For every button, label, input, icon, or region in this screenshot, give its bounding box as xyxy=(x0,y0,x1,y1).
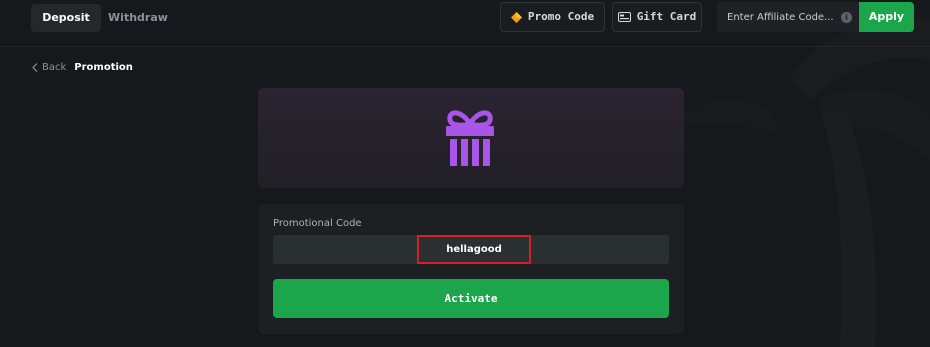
apply-button[interactable]: Apply xyxy=(859,2,914,32)
promo-code-field-label: Promotional Code xyxy=(273,218,362,229)
tab-deposit[interactable]: Deposit xyxy=(31,4,101,32)
back-link[interactable]: Back xyxy=(32,62,66,73)
page-title: Promotion xyxy=(74,62,133,73)
promo-code-form: Promotional Code hellagood Activate xyxy=(258,204,684,334)
diamond-icon xyxy=(510,11,522,23)
top-bar: Deposit Withdraw Promo Code Gift Card i … xyxy=(0,0,930,47)
palm-background-icon xyxy=(670,17,930,347)
gift-banner xyxy=(258,88,684,188)
breadcrumb: Back Promotion xyxy=(32,62,133,73)
back-label: Back xyxy=(42,62,67,73)
info-icon[interactable]: i xyxy=(841,11,852,23)
gift-icon xyxy=(446,110,494,166)
affiliate-code-field[interactable]: i xyxy=(717,2,859,32)
card-icon xyxy=(617,12,631,22)
promo-code-button[interactable]: Promo Code xyxy=(500,2,605,32)
promo-code-value[interactable]: hellagood xyxy=(417,235,531,264)
promo-code-input[interactable]: hellagood xyxy=(273,235,669,264)
tab-withdraw[interactable]: Withdraw xyxy=(104,4,172,32)
promo-code-label: Promo Code xyxy=(527,10,595,23)
activate-button[interactable]: Activate xyxy=(273,279,669,318)
affiliate-code-input[interactable] xyxy=(727,11,835,23)
chevron-left-icon xyxy=(32,63,38,72)
gift-card-button[interactable]: Gift Card xyxy=(612,2,702,32)
gift-card-label: Gift Card xyxy=(636,10,697,23)
